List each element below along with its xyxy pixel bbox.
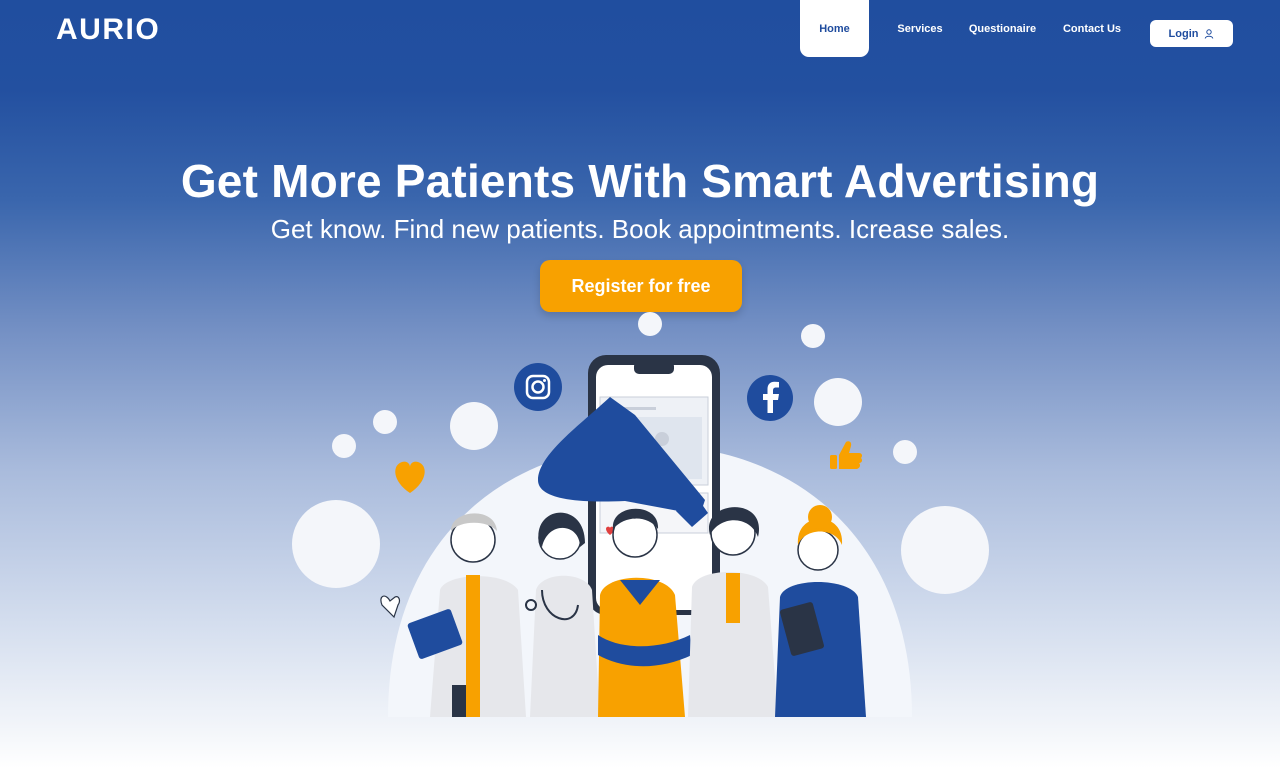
nav-services[interactable]: Services: [890, 0, 950, 57]
nav-home[interactable]: Home: [800, 0, 869, 57]
thumbs-up-icon: [830, 441, 863, 469]
hero-illustration: [292, 312, 989, 717]
bubble: [373, 410, 397, 434]
facebook-icon: [747, 375, 793, 421]
bubble: [450, 402, 498, 450]
bubble: [901, 506, 989, 594]
hero-subtitle: Get know. Find new patients. Book appoin…: [270, 214, 1010, 244]
nav-contact-us[interactable]: Contact Us: [1058, 0, 1126, 57]
user-icon: [1205, 28, 1214, 39]
login-button[interactable]: Login: [1150, 20, 1233, 47]
instagram-icon: [514, 363, 562, 411]
nav-questionaire[interactable]: Questionaire: [965, 0, 1040, 57]
bubble: [814, 378, 862, 426]
bubble: [801, 324, 825, 348]
top-nav: Home Services Questionaire Contact Us Lo…: [0, 0, 1280, 60]
heart-icon: [395, 461, 425, 493]
bubble: [638, 312, 662, 336]
hero-title: Get More Patients With Smart Advertising: [180, 155, 1100, 207]
bubble: [332, 434, 356, 458]
bubble: [292, 500, 380, 588]
bubble: [893, 440, 917, 464]
login-label: Login: [1168, 27, 1199, 40]
